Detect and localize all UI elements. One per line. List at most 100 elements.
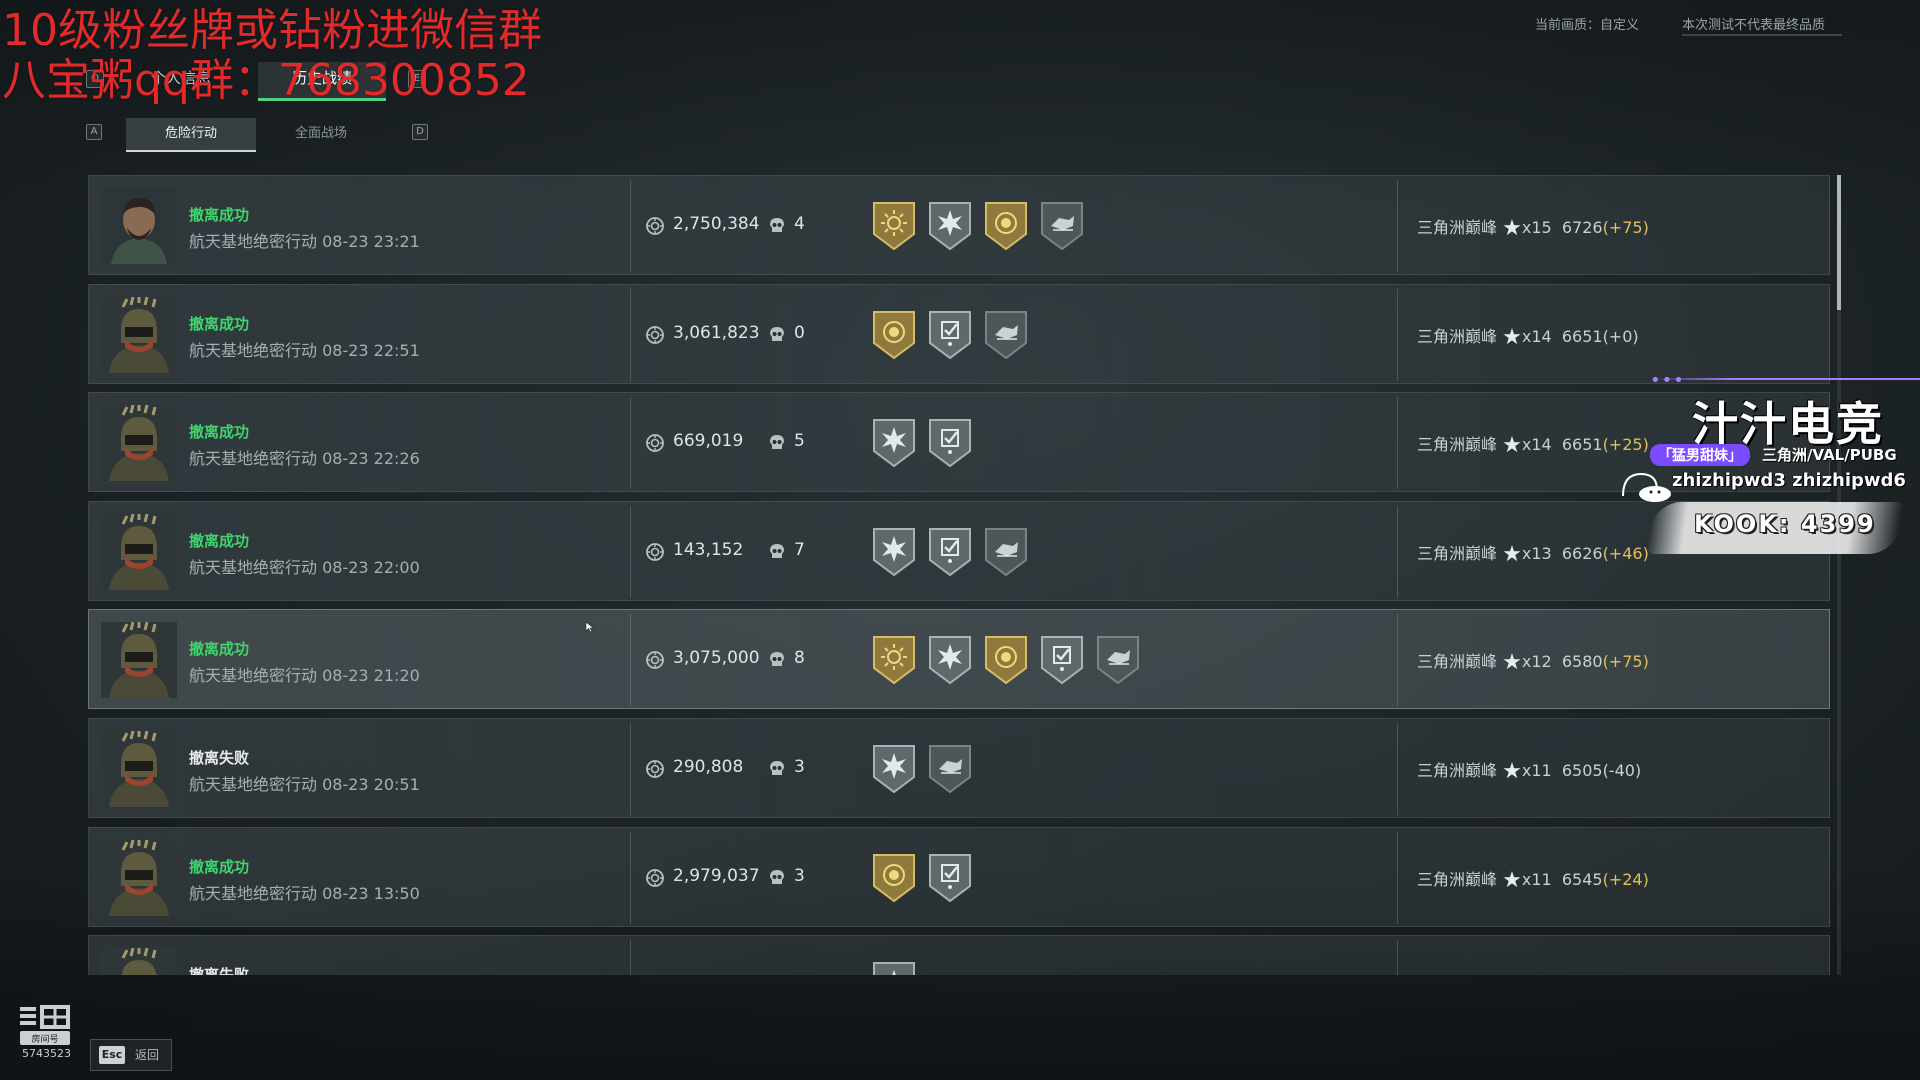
rank-delta: (+46) [1602, 544, 1649, 563]
row-divider [630, 614, 631, 706]
loot-value: 3,075,000 [673, 648, 760, 668]
match-row[interactable]: 撤离成功 航天基地绝密行动 08-23 23:21 2,750,384 4 三角洲巅峰 … [88, 175, 1830, 275]
rank-delta: (+75) [1602, 652, 1649, 671]
row-divider [1397, 180, 1398, 272]
grey-hand-medal-icon[interactable] [983, 309, 1029, 361]
rank-stars: x12 [1521, 652, 1552, 671]
gold-coin-medal-icon[interactable] [871, 309, 917, 361]
silver-burst-medal-icon[interactable] [871, 417, 917, 469]
rank-delta: (+0) [1602, 327, 1639, 346]
kill-count: 4 [794, 214, 805, 234]
gold-sun-medal-icon[interactable] [871, 200, 917, 252]
rank-label: 三角洲巅峰 [1417, 652, 1498, 671]
gold-coin-medal-icon[interactable] [983, 200, 1029, 252]
silver-burst-medal-icon[interactable] [927, 634, 973, 686]
subtab-hazard-ops[interactable]: 危险行动 [126, 118, 256, 152]
loot-value: 143,152 [673, 540, 744, 560]
rank-score: 6545 [1561, 870, 1603, 889]
rank-label: 三角洲巅峰 [1417, 870, 1498, 889]
gold-sun-medal-icon[interactable] [871, 634, 917, 686]
grey-hand-medal-icon[interactable] [1095, 634, 1141, 686]
silver-burst-medal-icon[interactable] [871, 743, 917, 795]
svg-text:房间号: 房间号 [31, 1033, 58, 1045]
silver-check-medal-icon[interactable] [927, 526, 973, 578]
row-divider [1397, 289, 1398, 381]
match-history-list[interactable]: 撤离成功 航天基地绝密行动 08-23 23:21 2,750,384 4 三角洲巅峰 … [88, 175, 1833, 975]
ghost-mascot-icon [1622, 472, 1671, 502]
kill-count: 8 [794, 648, 805, 668]
stream-overlay-text-1: 10级粉丝牌或钻粉进微信群 [2, 5, 542, 56]
silver-check-medal-icon[interactable] [927, 417, 973, 469]
match-detail: 航天基地绝密行动 08-23 22:26 [189, 449, 420, 468]
rank-delta: (-40) [1602, 761, 1642, 780]
silver-check-medal-icon[interactable] [927, 852, 973, 904]
star-icon: ★ [1502, 868, 1522, 893]
kill-count: 7 [794, 540, 805, 560]
row-divider [630, 723, 631, 815]
rank-score: 6505 [1561, 761, 1603, 780]
rank-label: 三角洲巅峰 [1417, 327, 1498, 346]
gold-coin-medal-icon[interactable] [871, 852, 917, 904]
rank-delta: (+25) [1602, 435, 1649, 454]
row-divider [1397, 723, 1398, 815]
star-icon: ★ [1502, 542, 1522, 567]
match-detail: 航天基地绝密行动 08-23 22:51 [189, 341, 420, 360]
grey-hand-medal-icon[interactable] [983, 526, 1029, 578]
silver-check-medal-icon[interactable] [927, 309, 973, 361]
rank-info: 三角洲巅峰 ★x15 6726(+75) [1417, 214, 1649, 241]
silver-burst-medal-icon[interactable] [871, 526, 917, 578]
extraction-status: 撤离失败 [189, 749, 250, 767]
rank-stars: x14 [1521, 435, 1552, 454]
bottom-bar [0, 1022, 1920, 1080]
row-divider [630, 832, 631, 924]
row-divider [1397, 940, 1398, 975]
match-row[interactable]: 撤离成功 航天基地绝密行动 08-23 13:50 2,979,037 3 三角洲巅峰 … [88, 827, 1830, 927]
row-divider [1397, 506, 1398, 598]
rank-label: 三角洲巅峰 [1417, 544, 1498, 563]
skull-icon [767, 542, 787, 562]
gold-coin-medal-icon[interactable] [983, 634, 1029, 686]
match-row[interactable]: 撤离失败 [88, 935, 1830, 975]
quality-disclaimer: 本次测试不代表最终品质 [1682, 18, 1826, 33]
subtab-key-a: A [86, 124, 102, 140]
match-detail: 航天基地绝密行动 08-23 21:20 [189, 666, 420, 685]
silver-burst-medal-icon[interactable] [871, 960, 917, 975]
match-row[interactable]: 撤离成功 航天基地绝密行动 08-23 22:00 143,152 7 三角洲巅峰 ★x… [88, 501, 1830, 601]
star-icon: ★ [1502, 325, 1522, 350]
disclaimer-underline [1682, 34, 1842, 36]
subtab-havoc-warfare[interactable]: 全面战场 [256, 118, 386, 150]
match-row[interactable]: 撤离成功 航天基地绝密行动 08-23 21:20 3,075,000 8 三角洲巅峰 … [88, 609, 1830, 709]
value-coin-icon [645, 650, 665, 670]
grey-hand-medal-icon[interactable] [927, 743, 973, 795]
rank-stars: x11 [1521, 870, 1552, 889]
silver-check-medal-icon[interactable] [1039, 634, 1085, 686]
rank-info: 三角洲巅峰 ★x11 6505(-40) [1417, 757, 1641, 784]
watermark-games: 三角洲/VAL/PUBG [1762, 446, 1897, 464]
star-icon: ★ [1502, 650, 1522, 675]
rank-label: 三角洲巅峰 [1417, 761, 1498, 780]
rank-info: 三角洲巅峰 ★x13 6626(+46) [1417, 540, 1649, 567]
row-divider [630, 180, 631, 272]
silver-burst-medal-icon[interactable] [927, 200, 973, 252]
loot-value: 290,808 [673, 757, 744, 777]
extraction-status: 撤离成功 [189, 423, 250, 441]
rank-info: 三角洲巅峰 ★x14 6651(+0) [1417, 323, 1639, 350]
back-button[interactable]: Esc 返回 [90, 1039, 172, 1071]
rank-delta: (+24) [1602, 870, 1649, 889]
match-row[interactable]: 撤离成功 航天基地绝密行动 08-23 22:51 3,061,823 0 三角洲巅峰 … [88, 284, 1830, 384]
room-number: 5743523 [22, 1047, 71, 1060]
operator-avatar [101, 188, 177, 264]
match-row[interactable]: 撤离成功 航天基地绝密行动 08-23 22:26 669,019 5 三角洲巅峰 ★x… [88, 392, 1830, 492]
operator-avatar [101, 730, 177, 807]
match-row[interactable]: 撤离失败 航天基地绝密行动 08-23 20:51 290,808 3 三角洲巅峰 ★x… [88, 718, 1830, 818]
operator-avatar [101, 513, 177, 590]
list-scroll-thumb[interactable] [1837, 175, 1841, 310]
rank-score: 6651 [1561, 435, 1603, 454]
row-divider [630, 506, 631, 598]
watermark-kook: KOOK: 4399 [1694, 510, 1876, 538]
match-detail: 航天基地绝密行动 08-23 20:51 [189, 775, 420, 794]
grey-hand-medal-icon[interactable] [1039, 200, 1085, 252]
loot-value: 2,750,384 [673, 214, 760, 234]
loot-value: 2,979,037 [673, 866, 760, 886]
stream-overlay-text-2: 八宝粥qq群：768300852 [2, 55, 530, 106]
